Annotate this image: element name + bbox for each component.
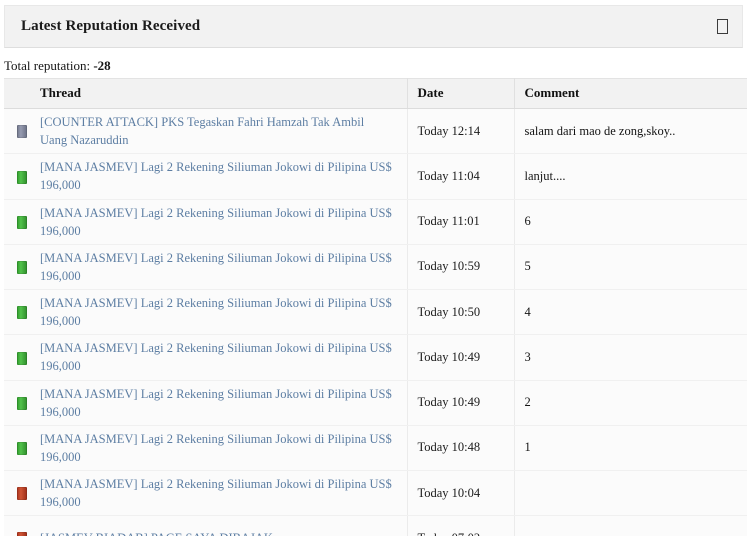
thread-cell: [COUNTER ATTACK] PKS Tegaskan Fahri Hamz… xyxy=(40,108,408,155)
thread-cell: [MANA JASMEV] Lagi 2 Rekening Siliuman J… xyxy=(40,380,408,426)
thread-cell: [MANA JASMEV] Lagi 2 Rekening Siliuman J… xyxy=(40,244,408,291)
table-row: [JASMEV BIADAB] PAGE SAYA DIBAJAK Today 0… xyxy=(4,515,747,536)
collapse-box-icon[interactable] xyxy=(717,19,728,34)
panel-header: Latest Reputation Received xyxy=(4,5,743,48)
table-row: [MANA JASMEV] Lagi 2 Rekening Siliuman J… xyxy=(4,334,747,381)
table-row: [MANA JASMEV] Lagi 2 Rekening Siliuman J… xyxy=(4,289,747,336)
thread-link[interactable]: [MANA JASMEV] Lagi 2 Rekening Siliuman J… xyxy=(40,296,392,328)
total-reputation-summary: Total reputation: -28 xyxy=(4,58,111,74)
column-header-icon xyxy=(4,78,40,109)
thread-cell: [MANA JASMEV] Lagi 2 Rekening Siliuman J… xyxy=(40,199,408,245)
comment-cell: 2 xyxy=(514,380,747,426)
reputation-neg-icon xyxy=(17,532,27,536)
comment-cell xyxy=(514,515,747,536)
comment-cell xyxy=(514,470,747,517)
reputation-pos-icon xyxy=(17,351,27,365)
reputation-pos-icon xyxy=(17,215,27,229)
date-cell: Today 10:59 xyxy=(407,244,515,291)
reputation-table: Thread Date Comment [COUNTER ATTACK] PKS… xyxy=(4,78,747,536)
reputation-pos-icon xyxy=(17,306,27,320)
column-header-comment: Comment xyxy=(514,78,747,109)
total-reputation-value: -28 xyxy=(93,58,111,73)
comment-cell: 1 xyxy=(514,425,747,472)
comment-cell: salam dari mao de zong,skoy.. xyxy=(514,108,747,155)
thread-link[interactable]: [MANA JASMEV] Lagi 2 Rekening Siliuman J… xyxy=(40,432,392,464)
thread-link[interactable]: [MANA JASMEV] Lagi 2 Rekening Siliuman J… xyxy=(40,206,392,238)
table-row: [MANA JASMEV] Lagi 2 Rekening Siliuman J… xyxy=(4,199,747,245)
thread-link[interactable]: [MANA JASMEV] Lagi 2 Rekening Siliuman J… xyxy=(40,341,392,373)
thread-cell: [MANA JASMEV] Lagi 2 Rekening Siliuman J… xyxy=(40,425,408,472)
reputation-icon-cell xyxy=(4,108,40,155)
comment-cell: lanjut.... xyxy=(514,153,747,200)
date-cell: Today 10:48 xyxy=(407,425,515,472)
thread-link[interactable]: [MANA JASMEV] Lagi 2 Rekening Siliuman J… xyxy=(40,160,392,192)
thread-cell: [MANA JASMEV] Lagi 2 Rekening Siliuman J… xyxy=(40,289,408,336)
thread-cell: [MANA JASMEV] Lagi 2 Rekening Siliuman J… xyxy=(40,153,408,200)
thread-link[interactable]: [MANA JASMEV] Lagi 2 Rekening Siliuman J… xyxy=(40,251,392,283)
comment-cell: 3 xyxy=(514,334,747,381)
reputation-neutral-icon xyxy=(17,125,27,139)
date-cell: Today 11:04 xyxy=(407,153,515,200)
table-row: [MANA JASMEV] Lagi 2 Rekening Siliuman J… xyxy=(4,425,747,472)
thread-link[interactable]: [MANA JASMEV] Lagi 2 Rekening Siliuman J… xyxy=(40,387,392,419)
total-reputation-label: Total reputation: xyxy=(4,58,91,73)
table-row: [MANA JASMEV] Lagi 2 Rekening Siliuman J… xyxy=(4,153,747,200)
reputation-icon-cell xyxy=(4,334,40,381)
reputation-icon-cell xyxy=(4,470,40,517)
reputation-panel: Latest Reputation Received Total reputat… xyxy=(0,0,747,536)
table-body: [COUNTER ATTACK] PKS Tegaskan Fahri Hamz… xyxy=(4,108,747,536)
reputation-icon-cell xyxy=(4,289,40,336)
table-row: [MANA JASMEV] Lagi 2 Rekening Siliuman J… xyxy=(4,244,747,291)
table-header-row: Thread Date Comment xyxy=(4,78,747,109)
reputation-pos-icon xyxy=(17,442,27,455)
column-header-thread: Thread xyxy=(40,78,408,109)
reputation-icon-cell xyxy=(4,380,40,426)
reputation-icon-cell xyxy=(4,515,40,536)
reputation-icon-cell xyxy=(4,425,40,472)
date-cell: Today 12:14 xyxy=(407,108,515,155)
reputation-icon-cell xyxy=(4,199,40,245)
thread-cell: [MANA JASMEV] Lagi 2 Rekening Siliuman J… xyxy=(40,334,408,381)
reputation-icon-cell xyxy=(4,153,40,200)
reputation-pos-icon xyxy=(17,261,27,274)
reputation-icon-cell xyxy=(4,244,40,291)
thread-link[interactable]: [MANA JASMEV] Lagi 2 Rekening Siliuman J… xyxy=(40,477,392,509)
table-head: Thread Date Comment xyxy=(4,78,747,109)
page-title: Latest Reputation Received xyxy=(21,18,201,34)
column-header-date: Date xyxy=(407,78,515,109)
table-row: [MANA JASMEV] Lagi 2 Rekening Siliuman J… xyxy=(4,380,747,426)
thread-cell: [JASMEV BIADAB] PAGE SAYA DIBAJAK xyxy=(40,515,408,536)
thread-cell: [MANA JASMEV] Lagi 2 Rekening Siliuman J… xyxy=(40,470,408,517)
comment-cell: 6 xyxy=(514,199,747,245)
table-row: [COUNTER ATTACK] PKS Tegaskan Fahri Hamz… xyxy=(4,108,747,155)
comment-cell: 5 xyxy=(514,244,747,291)
comment-cell: 4 xyxy=(514,289,747,336)
reputation-pos-icon xyxy=(17,396,27,410)
date-cell: Today 10:49 xyxy=(407,334,515,381)
date-cell: Today 11:01 xyxy=(407,199,515,245)
date-cell: Today 10:04 xyxy=(407,470,515,517)
reputation-pos-icon xyxy=(17,170,27,184)
date-cell: Today 10:50 xyxy=(407,289,515,336)
table-row: [MANA JASMEV] Lagi 2 Rekening Siliuman J… xyxy=(4,470,747,517)
thread-link[interactable]: [JASMEV BIADAB] PAGE SAYA DIBAJAK xyxy=(40,531,273,536)
date-cell: Today 10:49 xyxy=(407,380,515,426)
reputation-neg-icon xyxy=(17,487,27,501)
thread-link[interactable]: [COUNTER ATTACK] PKS Tegaskan Fahri Hamz… xyxy=(40,115,364,147)
date-cell: Today 07:02 xyxy=(407,515,515,536)
